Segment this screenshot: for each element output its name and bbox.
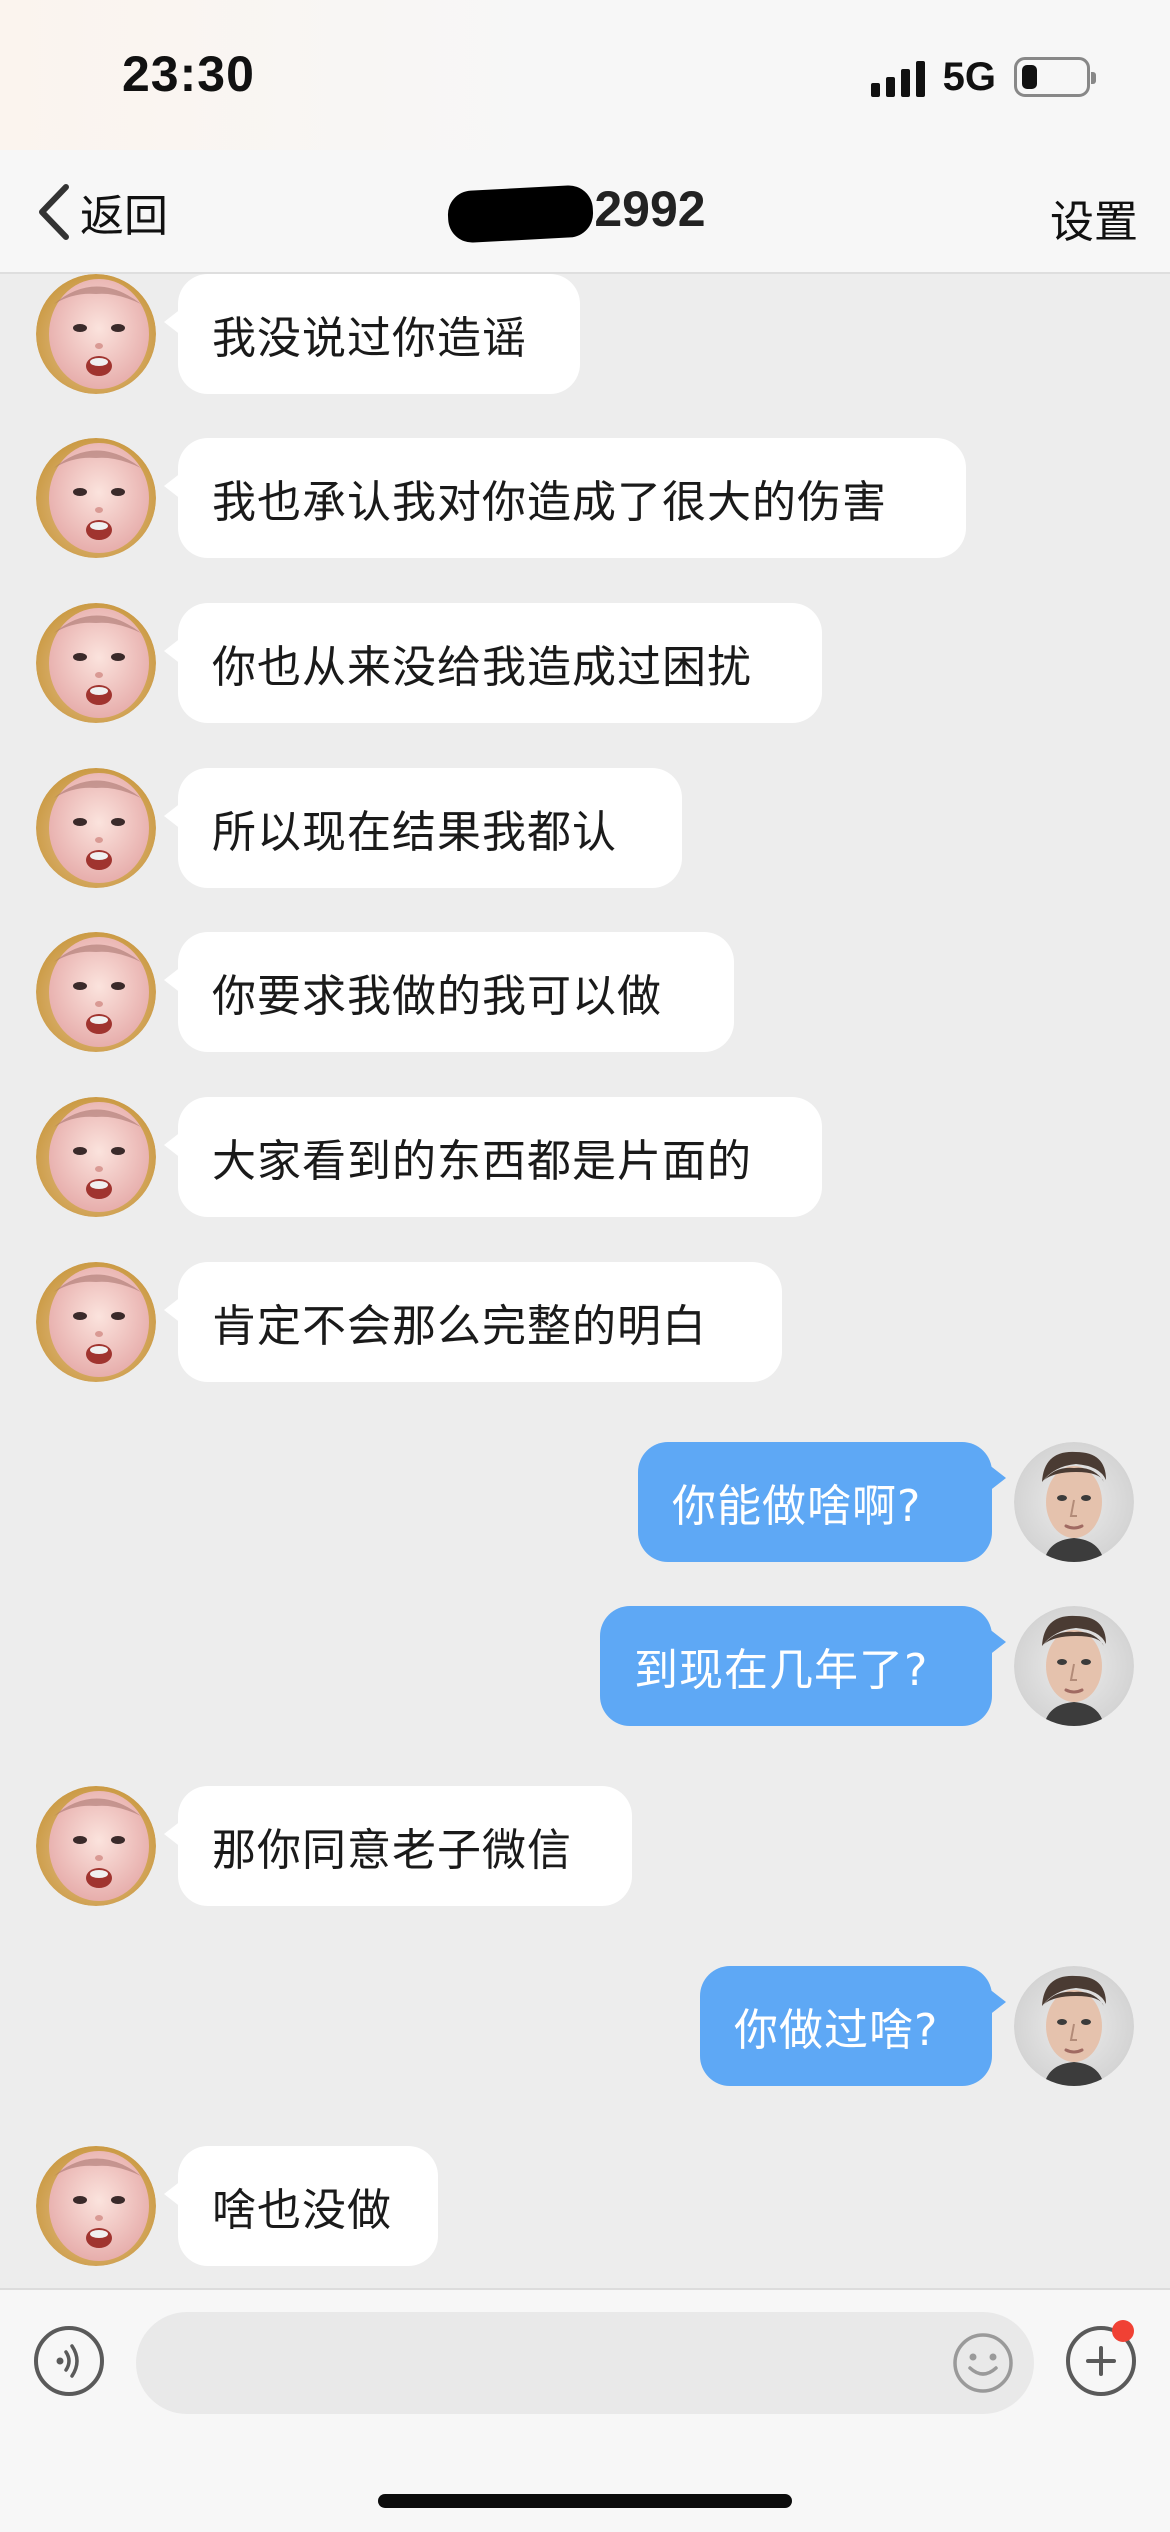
voice-button[interactable] [34, 2326, 104, 2396]
voice-icon [56, 2344, 79, 2378]
contact-avatar-image [36, 2146, 156, 2266]
incoming-message: 你要求我做的我可以做 [0, 932, 1170, 1052]
emoji-button[interactable] [950, 2330, 1016, 2396]
contact-avatar-image [36, 1097, 156, 1217]
contact-avatar[interactable] [36, 1262, 156, 1382]
redaction-mark [446, 184, 595, 244]
message-bubble[interactable]: 大家看到的东西都是片面的 [164, 1097, 822, 1217]
contact-avatar[interactable] [36, 768, 156, 888]
contact-avatar[interactable] [36, 603, 156, 723]
contact-avatar-image [36, 1262, 156, 1382]
message-bubble[interactable]: 所以现在结果我都认 [164, 768, 682, 888]
message-bubble[interactable]: 肯定不会那么完整的明白 [164, 1262, 782, 1382]
incoming-message: 我也承认我对你造成了很大的伤害 [0, 438, 1170, 558]
emoji-icon [953, 2333, 1013, 2393]
incoming-message: 大家看到的东西都是片面的 [0, 1097, 1170, 1217]
contact-avatar[interactable] [36, 1786, 156, 1906]
contact-avatar-image [36, 768, 156, 888]
contact-avatar[interactable] [36, 438, 156, 558]
battery-icon [1014, 57, 1096, 97]
my-avatar-image [1014, 1442, 1134, 1562]
incoming-message: 啥也没做 [0, 2146, 1170, 2266]
contact-avatar-image [36, 932, 156, 1052]
message-bubble[interactable]: 我也承认我对你造成了很大的伤害 [164, 438, 966, 558]
nav-bar: 返回 2992 设置 [0, 150, 1170, 274]
my-avatar[interactable] [1014, 1606, 1134, 1726]
status-bar: 23:30 5G [0, 0, 1170, 150]
contact-avatar[interactable] [36, 2146, 156, 2266]
chat-title-visible: 2992 [594, 181, 706, 237]
contact-avatar[interactable] [36, 932, 156, 1052]
incoming-message: 肯定不会那么完整的明白 [0, 1262, 1170, 1382]
message-input[interactable] [136, 2312, 1034, 2414]
contact-avatar[interactable] [36, 274, 156, 394]
message-list[interactable]: 我没说过你造谣我也承认我对你造成了很大的伤害 你也从来没给我造成过困扰 所以现在结果… [0, 274, 1170, 2266]
message-bubble[interactable]: 你也从来没给我造成过困扰 [164, 603, 822, 723]
home-indicator [378, 2494, 792, 2508]
settings-button[interactable]: 设置 [1050, 186, 1138, 250]
contact-avatar-image [36, 274, 156, 394]
message-bubble[interactable]: 你能做啥啊? [638, 1442, 1006, 1562]
incoming-message: 我没说过你造谣 [0, 274, 1170, 394]
my-avatar-image [1014, 1966, 1134, 2086]
my-avatar[interactable] [1014, 1966, 1134, 2086]
contact-avatar-image [36, 1786, 156, 1906]
message-bubble[interactable]: 那你同意老子微信 [164, 1786, 632, 1906]
contact-avatar-image [36, 438, 156, 558]
status-time: 23:30 [122, 46, 255, 102]
my-avatar-image [1014, 1606, 1134, 1726]
network-type: 5G [942, 54, 996, 99]
contact-avatar-image [36, 603, 156, 723]
input-bar [0, 2288, 1170, 2532]
message-bubble[interactable]: 到现在几年了? [600, 1606, 1006, 1726]
notification-dot [1112, 2320, 1134, 2342]
incoming-message: 那你同意老子微信 [0, 1786, 1170, 1906]
message-bubble[interactable]: 你要求我做的我可以做 [164, 932, 734, 1052]
outgoing-message: 到现在几年了? [0, 1606, 1170, 1726]
outgoing-message: 你能做啥啊? [0, 1442, 1170, 1562]
incoming-message: 所以现在结果我都认 [0, 768, 1170, 888]
incoming-message: 你也从来没给我造成过困扰 [0, 603, 1170, 723]
message-bubble[interactable]: 我没说过你造谣 [164, 274, 580, 394]
message-bubble[interactable]: 啥也没做 [164, 2146, 438, 2266]
outgoing-message: 你做过啥? [0, 1966, 1170, 2086]
contact-avatar[interactable] [36, 1097, 156, 1217]
battery-level [1022, 65, 1037, 89]
signal-icon [870, 57, 925, 97]
status-indicators: 5G [870, 54, 1096, 99]
my-avatar[interactable] [1014, 1442, 1134, 1562]
message-bubble[interactable]: 你做过啥? [700, 1966, 1006, 2086]
